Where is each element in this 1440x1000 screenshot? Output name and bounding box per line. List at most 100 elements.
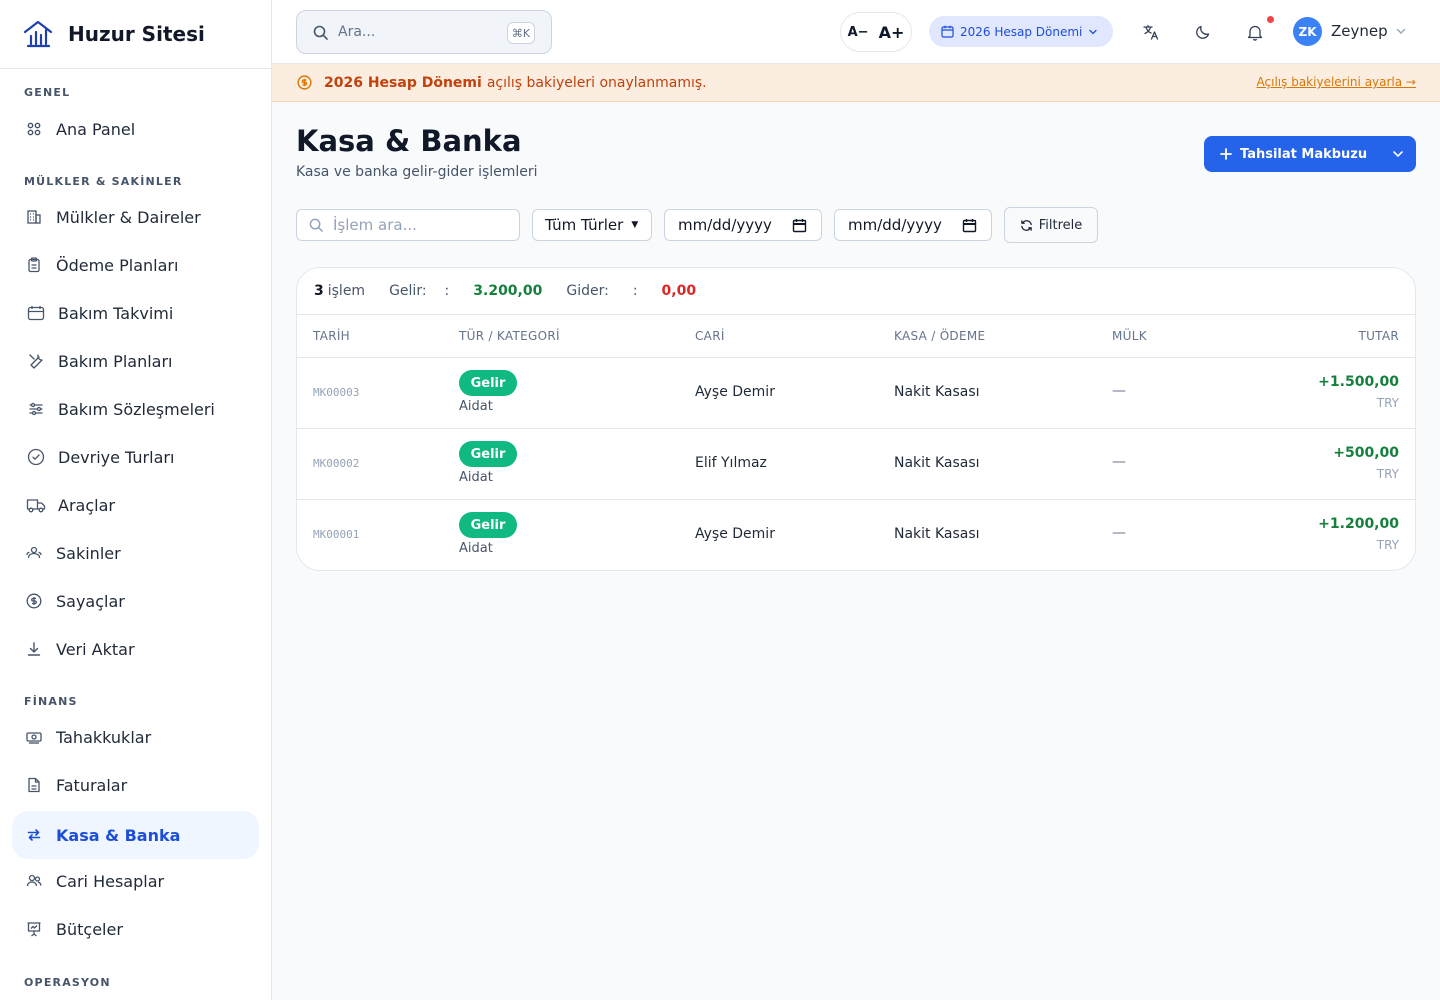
page-title: Kasa & Banka (296, 124, 522, 158)
sidebar-item-butceler[interactable]: Bütçeler (12, 905, 259, 953)
property: — (1112, 383, 1126, 399)
dollar-circle-icon (296, 75, 312, 91)
cash-account: Nakit Kasası (894, 526, 980, 542)
type-badge: Gelir (459, 370, 517, 396)
sidebar-item-bakim-sozlesmeleri[interactable]: Bakım Sözleşmeleri (12, 385, 259, 433)
type-select[interactable]: Tüm Türler ▼ (532, 209, 652, 241)
sidebar-item-label: Bakım Planları (58, 351, 173, 371)
moon-icon[interactable] (1193, 22, 1213, 42)
transaction-ref: MK00003 (313, 386, 360, 399)
sidebar-item-label: Veri Aktar (56, 639, 135, 659)
chevron-down-icon[interactable] (1394, 24, 1408, 38)
notification-dot (1267, 16, 1274, 23)
topbar: Ara... ⌘K A− A+ 2026 Hesap Dönemi ZK Zey… (272, 0, 1440, 64)
clipboard-icon (26, 257, 42, 273)
account-name: Ayşe Demir (695, 526, 775, 542)
expense-total: 0,00 (661, 283, 697, 299)
fiscal-period-selector[interactable]: 2026 Hesap Dönemi (929, 16, 1113, 47)
sidebar: Huzur Sitesi GENEL Ana Panel MÜLKLER & S… (0, 0, 272, 1000)
column-header-date[interactable]: TARİH (313, 329, 350, 343)
table-header: TARİH TÜR / KATEGORİ CARİ KASA / ÖDEME M… (297, 315, 1415, 358)
download-icon (26, 641, 42, 657)
date-to-input[interactable]: mm/dd/yyyy (834, 209, 992, 241)
sidebar-item-label: Kasa & Banka (56, 825, 181, 845)
sliders-icon (26, 401, 46, 417)
sidebar-item-label: Araçlar (58, 495, 115, 515)
filter-button-label: Filtrele (1038, 217, 1083, 233)
search-icon (309, 218, 323, 232)
category: Aidat (459, 470, 493, 485)
sidebar-item-label: Bakım Takvimi (58, 303, 174, 323)
sidebar-item-cari-hesaplar[interactable]: Cari Hesaplar (12, 857, 259, 905)
calendar-icon[interactable] (962, 218, 977, 233)
new-receipt-button[interactable]: Tahsilat Makbuzu (1204, 136, 1380, 172)
sidebar-item-kasa-banka[interactable]: Kasa & Banka (12, 811, 259, 859)
category: Aidat (459, 541, 493, 556)
amount: +500,00 (1333, 445, 1399, 461)
nav-section-mulkler: MÜLKLER & SAKİNLER (24, 175, 183, 188)
new-receipt-label: Tahsilat Makbuzu (1240, 146, 1368, 162)
calendar-icon[interactable] (792, 218, 807, 233)
date-from-input[interactable]: mm/dd/yyyy (664, 209, 822, 241)
refresh-icon (1020, 219, 1033, 232)
building-icon (26, 209, 42, 225)
bell-icon[interactable] (1245, 22, 1265, 42)
type-select-value: Tüm Türler (545, 216, 624, 234)
table-row[interactable]: MK00002 Gelir Aidat Elif Yılmaz Nakit Ka… (297, 429, 1415, 500)
table-row[interactable]: MK00003 Gelir Aidat Ayşe Demir Nakit Kas… (297, 358, 1415, 429)
sidebar-item-ana-panel[interactable]: Ana Panel (12, 105, 259, 153)
sidebar-item-araclar[interactable]: Araçlar (12, 481, 259, 529)
sidebar-item-label: Faturalar (56, 775, 128, 795)
column-header-cash[interactable]: KASA / ÖDEME (894, 329, 985, 343)
column-header-account[interactable]: CARİ (695, 329, 725, 343)
caret-down-icon: ▼ (631, 220, 639, 230)
column-header-property[interactable]: MÜLK (1112, 329, 1147, 343)
global-search-input[interactable]: Ara... ⌘K (296, 10, 552, 54)
column-header-amount[interactable]: TUTAR (1358, 329, 1399, 343)
column-header-type[interactable]: TÜR / KATEGORİ (459, 329, 560, 343)
sidebar-item-bakim-takvimi[interactable]: Bakım Takvimi (12, 289, 259, 337)
amount: +1.500,00 (1318, 374, 1399, 390)
search-shortcut-badge: ⌘K (507, 22, 535, 44)
sidebar-item-bakim-planlari[interactable]: Bakım Planları (12, 337, 259, 385)
transaction-count: 3 (314, 283, 324, 299)
sidebar-item-sayaclar[interactable]: Sayaçlar (12, 577, 259, 625)
sidebar-item-odeme-planlari[interactable]: Ödeme Planları (12, 241, 259, 289)
brand[interactable]: Huzur Sitesi (0, 0, 271, 69)
filter-button[interactable]: Filtrele (1004, 207, 1098, 243)
chevron-down-icon (1088, 27, 1098, 37)
arrows-icon (26, 827, 42, 843)
avatar[interactable]: ZK (1293, 17, 1322, 46)
chevron-down-icon (1392, 148, 1404, 160)
sidebar-item-mulkler[interactable]: Mülkler & Daireler (12, 193, 259, 241)
sidebar-item-label: Bütçeler (56, 919, 123, 939)
font-increase-button[interactable]: A+ (879, 23, 905, 42)
font-decrease-button[interactable]: A− (848, 25, 869, 40)
sidebar-item-faturalar[interactable]: Faturalar (12, 761, 259, 809)
search-icon (313, 25, 328, 40)
property: — (1112, 525, 1126, 541)
user-name[interactable]: Zeynep (1331, 22, 1388, 40)
transaction-search-input[interactable]: İşlem ara... (296, 209, 520, 241)
sidebar-item-sakinler[interactable]: Sakinler (12, 529, 259, 577)
nav-section-operasyon: OPERASYON (24, 976, 111, 989)
search-placeholder: Ara... (338, 24, 376, 40)
transactions-summary: 3 işlem Gelir: : 3.200,00 Gider: : 0,00 (297, 268, 1415, 315)
table-row[interactable]: MK00001 Gelir Aidat Ayşe Demir Nakit Kas… (297, 500, 1415, 570)
translate-icon[interactable] (1141, 22, 1161, 42)
truck-icon (26, 497, 46, 513)
set-opening-balances-link[interactable]: Açılış bakiyelerini ayarla → (1257, 75, 1416, 89)
sidebar-item-tahakkuklar[interactable]: Tahakkuklar (12, 713, 259, 761)
sidebar-item-devriye-turlari[interactable]: Devriye Turları (12, 433, 259, 481)
currency: TRY (1376, 396, 1399, 410)
sidebar-item-veri-aktar[interactable]: Veri Aktar (12, 625, 259, 673)
type-badge: Gelir (459, 441, 517, 467)
presentation-icon (26, 921, 42, 937)
fiscal-period-label: 2026 Hesap Dönemi (960, 24, 1083, 39)
receipt-options-toggle[interactable] (1380, 136, 1416, 172)
currency: TRY (1376, 538, 1399, 552)
banknote-icon (26, 729, 42, 745)
grid-icon (26, 121, 42, 137)
currency: TRY (1376, 467, 1399, 481)
banner-period: 2026 Hesap Dönemi (324, 74, 482, 91)
